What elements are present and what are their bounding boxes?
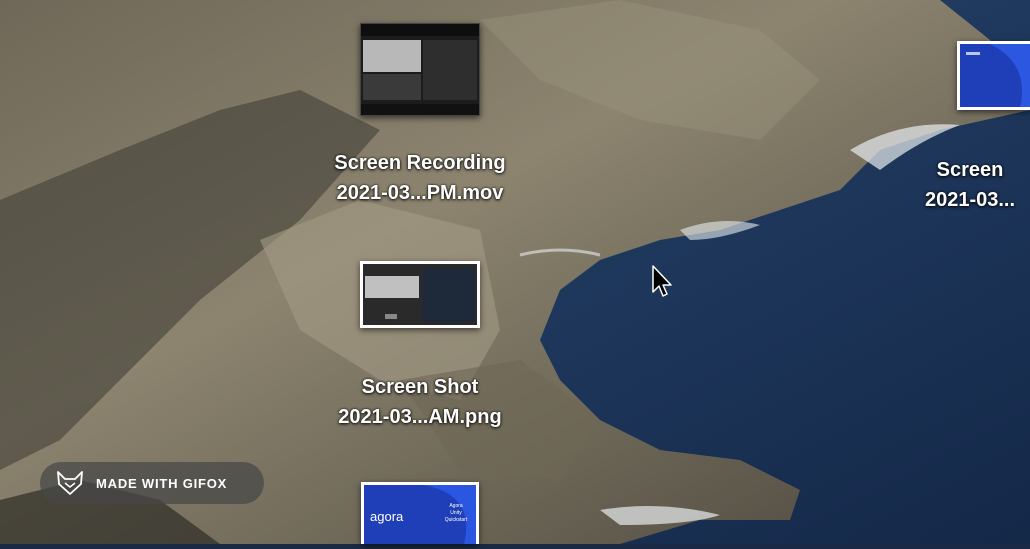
icon-label-line2: 2021-03... [924,189,1016,211]
screenshot-preview-icon [960,44,1030,107]
svg-text:Quickstart: Quickstart [445,517,468,523]
svg-text:Unity: Unity [450,510,462,516]
arrow-cursor-icon [652,265,672,297]
agora-logo-text: agora [370,509,404,524]
gifox-watermark: MADE WITH GIFOX [40,462,264,504]
movie-preview-icon [361,24,479,115]
watermark-text: MADE WITH GIFOX [96,475,228,491]
screenshot-thumbnail: agora Agora Unity Quickstart [361,482,479,544]
agora-preview-icon: agora Agora Unity Quickstart [364,485,476,544]
movie-thumbnail [360,23,480,116]
screenshot-preview-icon [363,264,477,325]
icon-label-line1: Screen [936,159,1004,181]
screenshot-thumbnail [957,41,1030,110]
icon-label-line2: 2021-03...PM.mov [336,182,504,204]
svg-text:Agora: Agora [449,503,463,509]
screenshot-thumbnail [360,261,480,328]
icon-label-line2: 2021-03...AM.png [338,406,502,428]
fox-icon [57,471,83,495]
icon-label-line1: Screen Recording [334,152,506,174]
icon-label-line1: Screen Shot [361,376,479,398]
